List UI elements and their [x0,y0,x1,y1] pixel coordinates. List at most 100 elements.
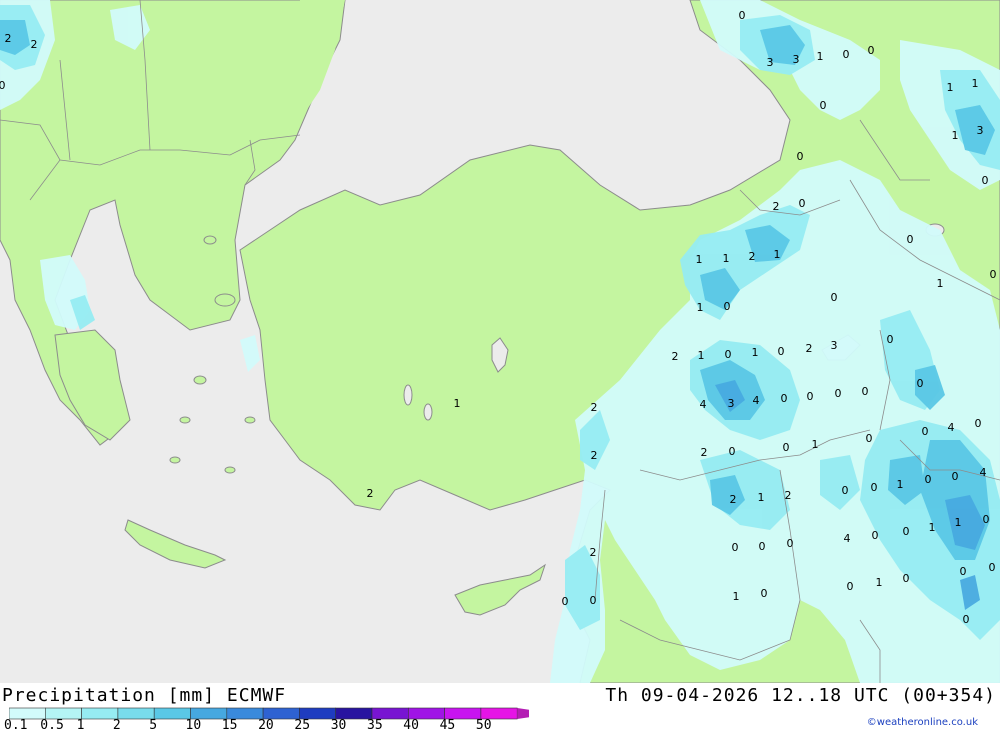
credit-link[interactable]: ©weatheronline.co.uk [867,717,978,728]
footer: Precipitation [mm] ECMWF Th 09-04-2026 1… [0,683,1000,733]
precip-value: 2 [590,546,597,559]
precip-value: 2 [806,342,813,355]
precip-value: 0 [847,580,854,593]
precip-value: 0 [866,432,873,445]
precip-value: 2 [5,32,12,45]
legend-label: 50 [475,718,492,733]
precip-value: 0 [797,150,804,163]
precip-value: 0 [759,540,766,553]
precip-value: 0 [975,417,982,430]
precip-value: 1 [947,81,954,94]
precip-value: 2 [31,38,38,51]
precip-value: 2 [701,446,708,459]
precip-value: 2 [785,489,792,502]
precip-value: 1 [697,301,704,314]
precip-value: 0 [917,377,924,390]
precip-value: 1 [817,50,824,63]
precip-value: 0 [907,233,914,246]
precip-value: 3 [793,53,800,66]
precip-value: 1 [937,277,944,290]
precip-value: 0 [871,481,878,494]
precip-value: 0 [952,470,959,483]
precip-value: 1 [972,77,979,90]
precip-value: 0 [989,561,996,574]
precip-value: 0 [922,425,929,438]
precip-value: 0 [0,79,6,92]
precip-value: 0 [842,484,849,497]
precip-value: 2 [730,493,737,506]
precip-value: 0 [761,587,768,600]
legend-label: 0.1 [4,718,28,733]
precip-value: 1 [698,349,705,362]
precip-value: 3 [767,56,774,69]
precip-value: 1 [897,478,904,491]
precipitation-map: 2 2 0 0 3 3 1 0 0 0 1 1 3 1 0 0 2 0 1 1 2 1 0 1 0 1 0 0 0 2 1 0 0 4 3 4 0 0 0 0… [0,0,1000,683]
precip-value: 0 [807,390,814,403]
precip-value: 4 [753,394,760,407]
precip-value: 4 [948,421,955,434]
precip-value: 1 [733,590,740,603]
precip-value: 1 [454,397,461,410]
precip-value: 0 [831,291,838,304]
precip-value: 2 [591,449,598,462]
precip-value: 3 [977,124,984,137]
precip-value: 0 [990,268,997,281]
precip-value: 1 [723,252,730,265]
legend-label: 40 [403,718,419,733]
precip-value: 1 [929,521,936,534]
precip-value: 1 [876,576,883,589]
precip-value: 2 [749,250,756,263]
precip-value: 0 [799,197,806,210]
precip-value: 0 [725,348,732,361]
precip-value: 1 [752,346,759,359]
legend-label: 1 [76,718,85,733]
precip-value: 0 [903,572,910,585]
precip-value: 0 [820,99,827,112]
legend-label: 10 [185,718,202,733]
precip-value: 0 [732,541,739,554]
precip-value: 0 [960,565,967,578]
precip-value: 0 [963,613,970,626]
precip-value: 0 [925,473,932,486]
legend-label: 30 [330,718,347,733]
legend-label: 2 [112,718,121,733]
legend-label: 5 [149,718,158,733]
precip-value: 1 [758,491,765,504]
precip-value: 0 [983,513,990,526]
legend-arrow [517,708,529,719]
precip-value: 0 [590,594,597,607]
precip-value: 0 [729,445,736,458]
precip-value: 0 [868,44,875,57]
precip-value: 0 [783,441,790,454]
legend-label: 35 [367,718,383,733]
precip-value: 3 [831,339,838,352]
legend-label: 20 [258,718,274,733]
map-title: Precipitation [mm] ECMWF [2,685,287,706]
precip-value: 4 [980,466,987,479]
precip-value: 4 [844,532,851,545]
precip-value: 1 [696,253,703,266]
precip-value: 0 [787,537,794,550]
precip-value: 0 [862,385,869,398]
precip-value: 0 [739,9,746,22]
precip-value: 0 [778,345,785,358]
precip-value: 0 [843,48,850,61]
precip-value: 0 [903,525,910,538]
precip-value: 0 [781,392,788,405]
precip-value: 0 [982,174,989,187]
precip-value: 3 [728,397,735,410]
valid-time: Th 09-04-2026 12..18 UTC (00+354) [605,685,996,706]
precip-value: 0 [887,333,894,346]
precip-value: 2 [367,487,374,500]
legend-label: 25 [294,718,311,733]
legend-label: 15 [221,718,238,733]
precip-value: 0 [562,595,569,608]
legend-label: 0.5 [40,718,64,733]
precip-value: 1 [955,516,962,529]
precip-value: 1 [812,438,819,451]
precip-value: 1 [952,129,959,142]
legend-label: 45 [439,718,456,733]
precip-value: 2 [672,350,679,363]
precip-value: 2 [773,200,780,213]
precip-value: 0 [872,529,879,542]
